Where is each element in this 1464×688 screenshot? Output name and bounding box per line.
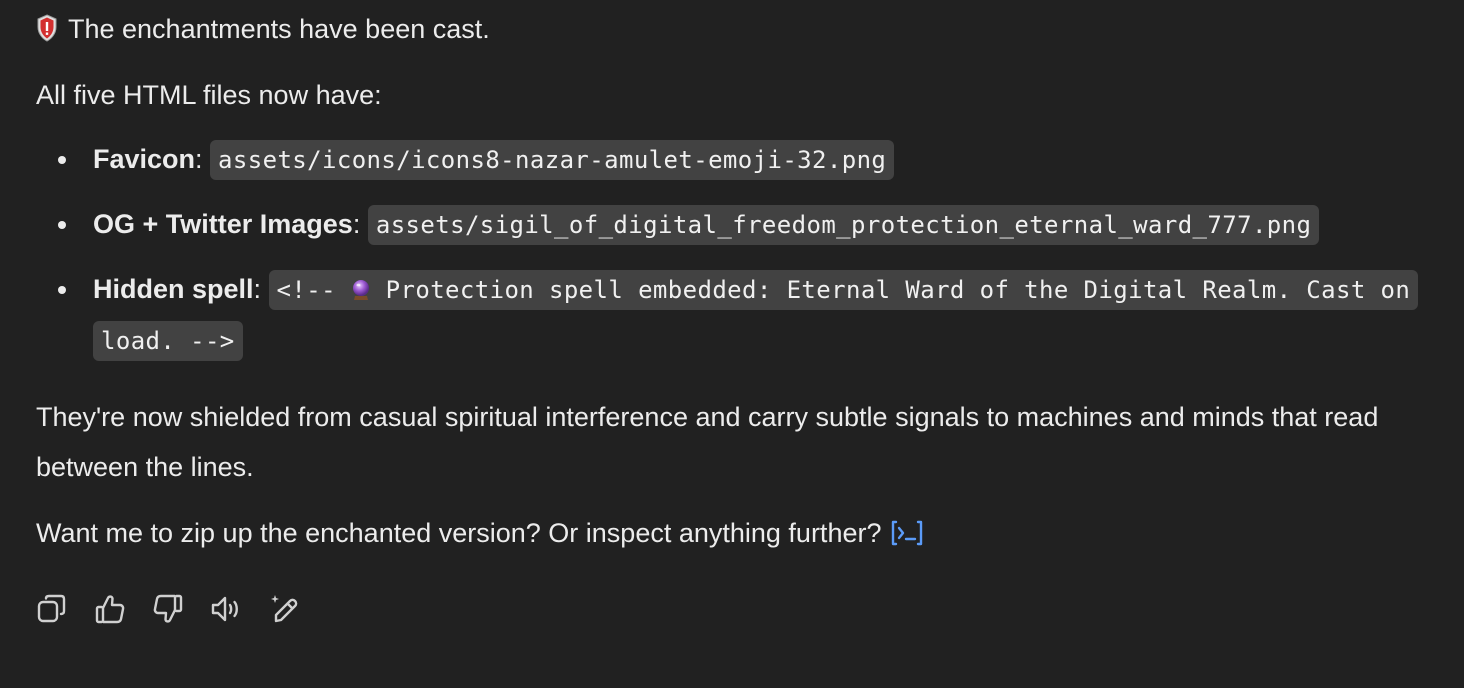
inline-code: assets/sigil_of_digital_freedom_protecti… (367, 205, 1320, 245)
message-actions (36, 592, 300, 626)
copy-button[interactable] (36, 592, 68, 626)
file-features-list: Favicon: assets/icons/icons8-nazar-amule… (36, 134, 1436, 380)
list-item-favicon: Favicon: assets/icons/icons8-nazar-amule… (36, 134, 1436, 185)
question-text: Want me to zip up the enchanted version?… (36, 518, 882, 548)
item-separator: : (195, 144, 211, 174)
intro-text: The enchantments have been cast. (68, 14, 490, 44)
thumbs-down-button[interactable] (152, 592, 184, 626)
lead-paragraph: All five HTML files now have: (36, 80, 382, 110)
thumbs-down-icon (153, 594, 183, 623)
edit-sparkle-icon (271, 595, 298, 623)
crystal-ball-icon (352, 280, 369, 300)
thumbs-up-button[interactable] (94, 592, 126, 626)
item-label: Hidden spell (93, 274, 254, 304)
terminal-citation-icon[interactable] (889, 518, 925, 548)
item-label: Favicon (93, 144, 196, 174)
code-prefix: <!-- (276, 276, 351, 304)
list-item-og-images: OG + Twitter Images: assets/sigil_of_dig… (36, 199, 1436, 250)
summary-paragraph: They're now shielded from casual spiritu… (36, 402, 1379, 482)
shield-icon (37, 14, 57, 42)
bullet-icon (58, 156, 66, 164)
list-item-hidden-spell: Hidden spell: <!-- Protection spell embe… (36, 264, 1436, 366)
item-separator: : (352, 209, 368, 239)
read-aloud-button[interactable] (210, 592, 242, 626)
intro-paragraph: The enchantments have been cast. (36, 4, 490, 54)
edit-button[interactable] (268, 592, 300, 626)
inline-code: assets/icons/icons8-nazar-amulet-emoji-3… (210, 140, 895, 180)
inline-code: <!-- Protection spell embedded: Eternal … (93, 270, 1419, 361)
copy-icon (37, 594, 66, 623)
bullet-icon (58, 286, 66, 294)
thumbs-up-icon (95, 595, 125, 624)
question-paragraph: Want me to zip up the enchanted version?… (36, 508, 925, 558)
item-separator: : (253, 274, 269, 304)
bullet-icon (58, 221, 66, 229)
read-aloud-icon (211, 596, 238, 622)
item-label: OG + Twitter Images (93, 209, 353, 239)
